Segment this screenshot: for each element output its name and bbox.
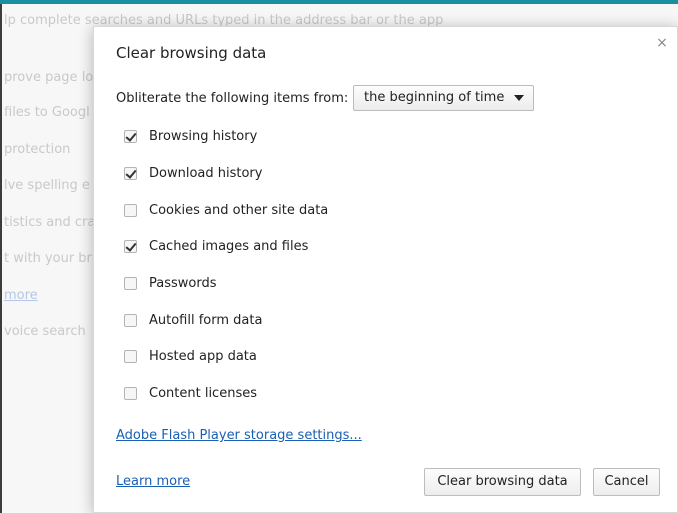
checkbox-cookies[interactable]: Cookies and other site data <box>124 200 328 220</box>
bg-text-line: voice search <box>4 324 86 339</box>
bg-learn-more-link: more <box>4 288 38 303</box>
checkbox-passwords[interactable]: Passwords <box>124 273 217 293</box>
checkbox-label: Browsing history <box>149 128 258 144</box>
timeframe-label: Obliterate the following items from: <box>116 91 349 106</box>
bg-text-line: protection <box>4 142 71 157</box>
checkbox-autofill[interactable]: Autofill form data <box>124 310 262 330</box>
bg-text-line: files to Googl <box>4 105 90 120</box>
checkbox-label: Content licenses <box>149 385 257 401</box>
close-icon[interactable]: × <box>655 36 669 50</box>
checkbox-label: Passwords <box>149 275 217 291</box>
checkbox-label: Autofill form data <box>149 312 263 328</box>
checkbox[interactable] <box>124 276 137 290</box>
checkbox-label: Cookies and other site data <box>149 202 329 218</box>
checkbox-label: Cached images and files <box>149 238 309 254</box>
chevron-down-icon <box>514 95 524 101</box>
checkbox-browsing-history[interactable]: Browsing history <box>124 126 257 146</box>
checkbox-content-licenses[interactable]: Content licenses <box>124 383 257 403</box>
checkbox[interactable] <box>124 313 137 327</box>
dialog-title: Clear browsing data <box>116 44 267 62</box>
bg-text-line: tistics and cra <box>4 215 96 230</box>
cancel-button[interactable]: Cancel <box>593 468 660 496</box>
window-frame-left <box>0 4 2 513</box>
clear-browsing-data-button[interactable]: Clear browsing data <box>424 468 581 496</box>
checkbox[interactable] <box>124 129 137 143</box>
checkbox-label: Download history <box>149 165 263 181</box>
checkbox[interactable] <box>124 203 137 217</box>
learn-more-link[interactable]: Learn more <box>116 474 190 489</box>
flash-storage-settings-link[interactable]: Adobe Flash Player storage settings... <box>116 428 362 443</box>
checkbox[interactable] <box>124 239 137 253</box>
checkbox-label: Hosted app data <box>149 348 257 364</box>
clear-browsing-data-dialog: Clear browsing data × Obliterate the fol… <box>93 26 678 513</box>
checkbox-cached-images[interactable]: Cached images and files <box>124 236 308 256</box>
checkbox-download-history[interactable]: Download history <box>124 163 262 183</box>
bg-text-line: prove page lo <box>4 70 94 85</box>
bg-text-line: lve spelling e <box>4 178 90 193</box>
timeframe-selected-value: the beginning of time <box>364 90 505 105</box>
checkbox[interactable] <box>124 386 137 400</box>
bg-text-line: t with your br <box>4 251 92 266</box>
timeframe-dropdown[interactable]: the beginning of time <box>353 85 534 111</box>
checkbox[interactable] <box>124 349 137 363</box>
checkbox-hosted-app-data[interactable]: Hosted app data <box>124 346 257 366</box>
checkbox[interactable] <box>124 166 137 180</box>
